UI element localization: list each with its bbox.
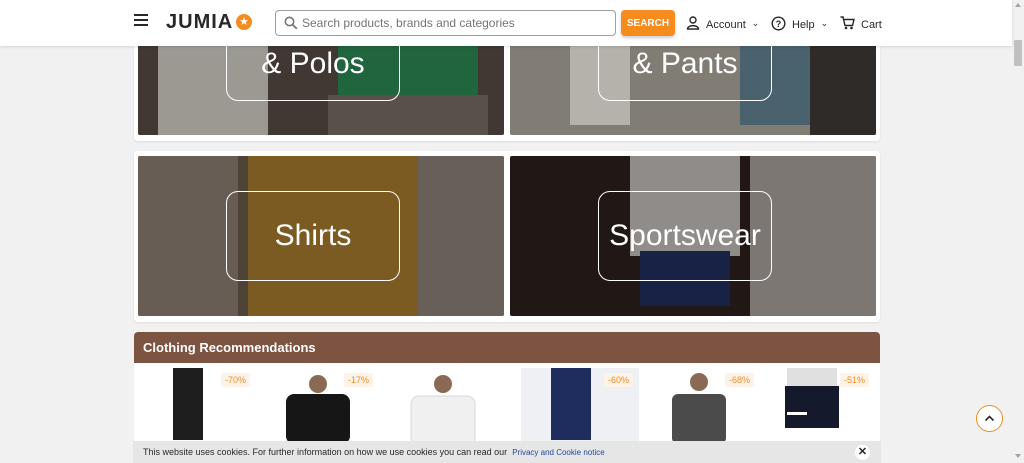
discount-badge: -17% — [343, 373, 373, 387]
privacy-cookie-link[interactable]: Privacy and Cookie notice — [512, 448, 605, 457]
help-label: Help — [792, 18, 815, 31]
help-icon: ? — [771, 15, 786, 31]
scrollbar[interactable] — [1012, 0, 1024, 463]
search-icon — [284, 16, 298, 30]
discount-badge: -60% — [603, 373, 633, 387]
cart-label: Cart — [861, 18, 882, 31]
logo-star-icon: ★ — [236, 14, 252, 30]
category-row-2: Shirts Sportswear — [134, 151, 880, 322]
menu-icon[interactable] — [134, 14, 148, 28]
category-sportswear[interactable]: Sportswear — [510, 156, 876, 316]
account-menu[interactable]: Account ⌄ — [686, 13, 759, 33]
search-button[interactable]: SEARCH — [621, 10, 675, 36]
close-icon[interactable]: ✕ — [855, 445, 870, 460]
cart-link[interactable]: Cart — [840, 13, 882, 33]
discount-badge: -70% — [220, 373, 250, 387]
cookie-text: This website uses cookies. For further i… — [143, 447, 508, 457]
cart-icon — [840, 16, 855, 30]
scroll-thumb[interactable] — [1014, 40, 1022, 66]
discount-badge: -68% — [724, 373, 754, 387]
back-to-top-button[interactable] — [976, 405, 1003, 432]
chevron-up-icon — [984, 415, 995, 422]
category-shirts[interactable]: Shirts — [138, 156, 504, 316]
account-label: Account — [706, 18, 746, 31]
chevron-down-icon: ⌄ — [820, 17, 829, 28]
jumia-logo[interactable]: JUMIA — [166, 11, 233, 34]
category-label: Sportswear — [598, 191, 772, 281]
discount-badge: -51% — [839, 373, 869, 387]
cookie-banner: This website uses cookies. For further i… — [133, 441, 881, 463]
scroll-up-arrow[interactable] — [1015, 3, 1021, 7]
site-header: JUMIA ★ SEARCH Account ⌄ ? Help ⌄ Cart — [0, 0, 1012, 46]
category-label: Shirts — [226, 191, 400, 281]
chevron-down-icon: ⌄ — [751, 17, 760, 28]
scroll-down-arrow[interactable] — [1015, 454, 1021, 458]
help-menu[interactable]: ? Help ⌄ — [771, 13, 828, 33]
search-input[interactable] — [302, 11, 612, 35]
search-box — [275, 10, 616, 36]
account-icon — [686, 16, 700, 30]
recommendations-title: Clothing Recommendations — [134, 332, 880, 363]
svg-text:?: ? — [776, 19, 782, 29]
